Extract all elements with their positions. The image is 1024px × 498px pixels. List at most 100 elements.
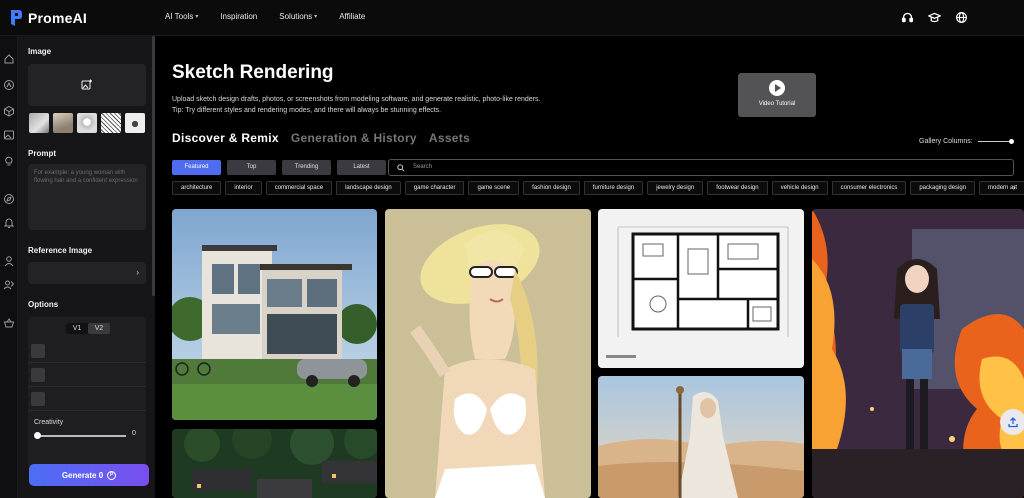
globe-icon[interactable] [955, 11, 968, 24]
top-navigation-bar: PromeAI AI Tools ▾ Inspiration Solutions ▾… [0, 0, 1024, 36]
category-chip[interactable]: game scene [468, 181, 520, 195]
graduation-cap-icon[interactable] [928, 11, 941, 24]
category-chip[interactable]: interior [225, 181, 262, 195]
credit-coin-icon: P [107, 470, 117, 480]
nav-ai-tools[interactable]: AI Tools ▾ [165, 12, 198, 21]
category-chip[interactable]: packaging design [910, 181, 976, 195]
bulb-icon[interactable] [3, 154, 15, 166]
option-icon [31, 344, 45, 358]
filter-top[interactable]: Top [227, 160, 276, 175]
reference-image-selector[interactable]: › [28, 262, 146, 284]
play-icon [769, 80, 785, 96]
sample-thumbnail[interactable] [125, 113, 145, 133]
page-description: Upload sketch design drafts, photos, or … [172, 94, 540, 116]
gallery-columns-control: Gallery Columns: [919, 138, 1014, 145]
filter-latest[interactable]: Latest [337, 160, 386, 175]
icon-rail [0, 36, 18, 498]
category-chip[interactable]: jewelry design [647, 181, 704, 195]
options-box: V1 V2 Creativity 0 [28, 317, 146, 469]
creativity-slider[interactable] [34, 432, 126, 439]
tab-assets[interactable]: Assets [429, 131, 470, 145]
gallery-image-modern-house[interactable] [172, 209, 377, 420]
share-icon [1008, 417, 1018, 428]
gallery-tabs: Discover & Remix Generation & History As… [172, 131, 470, 145]
option-icon [31, 392, 45, 406]
video-tutorial-card[interactable]: Video Tutorial [738, 73, 816, 117]
category-chip[interactable]: fashion design [523, 181, 580, 195]
gallery-image-fire-girl[interactable] [812, 209, 1024, 498]
category-chip[interactable]: consumer electronics [831, 181, 907, 195]
main-nav: AI Tools ▾ Inspiration Solutions ▾ Affilia… [165, 12, 387, 21]
nav-solutions[interactable]: Solutions ▾ [279, 12, 317, 21]
left-panel: Image Prompt For example: a young woman … [18, 36, 155, 498]
headset-icon[interactable] [901, 11, 914, 24]
add-image-icon [81, 79, 92, 90]
sample-thumbnail[interactable] [101, 113, 121, 133]
version-v2[interactable]: V2 [88, 323, 110, 334]
options-section-label: Options [28, 300, 59, 309]
category-chips: architecture interior commercial space l… [172, 181, 1024, 195]
promeai-logo-icon [11, 10, 22, 26]
gallery-image-sketch-woman-hat[interactable] [385, 209, 591, 498]
user-icon[interactable] [3, 254, 15, 267]
option-row[interactable] [28, 339, 146, 363]
category-chip[interactable]: architecture [172, 181, 222, 195]
cube-icon[interactable] [3, 104, 15, 117]
search-input[interactable]: Search [388, 159, 1014, 176]
basket-icon[interactable] [3, 316, 15, 328]
category-chip[interactable]: footwear design [707, 181, 768, 195]
sample-thumbnail[interactable] [53, 113, 73, 133]
bell-icon[interactable] [3, 216, 15, 228]
sample-thumbnail[interactable] [77, 113, 97, 133]
ai-icon[interactable] [3, 78, 15, 90]
app-name: PromeAI [28, 10, 87, 26]
category-chip[interactable]: vehicle design [771, 181, 828, 195]
generate-button[interactable]: Generate 0 P [29, 464, 149, 486]
version-toggle[interactable]: V1 V2 [66, 323, 110, 334]
option-row[interactable] [28, 387, 146, 411]
prompt-section-label: Prompt [28, 149, 56, 158]
main-content: Sketch Rendering Upload sketch design dr… [155, 36, 1024, 498]
share-button[interactable] [1000, 409, 1024, 435]
chevron-down-icon: ▾ [195, 14, 199, 20]
category-chip[interactable]: game character [404, 181, 465, 195]
option-icon [31, 368, 45, 382]
image-section-label: Image [28, 47, 52, 56]
filter-featured[interactable]: Featured [172, 160, 221, 175]
category-chip[interactable]: modern art [979, 181, 1024, 195]
filter-trending[interactable]: Trending [282, 160, 331, 175]
chevron-right-icon[interactable]: › [1013, 183, 1016, 192]
tab-discover-remix[interactable]: Discover & Remix [172, 131, 279, 145]
gallery-columns-slider[interactable] [977, 139, 1014, 144]
search-icon [397, 164, 405, 172]
creativity-label: Creativity [34, 419, 64, 426]
nav-inspiration[interactable]: Inspiration [220, 12, 257, 21]
gallery-image-floor-plan[interactable] [598, 209, 804, 368]
image-edit-icon[interactable] [3, 128, 15, 140]
nav-inspiration-label: Inspiration [220, 12, 258, 21]
version-v1[interactable]: V1 [66, 323, 88, 334]
sample-thumbnail[interactable] [29, 113, 49, 133]
tab-generation-history[interactable]: Generation & History [291, 131, 417, 145]
nav-affiliate[interactable]: Affiliate [339, 12, 365, 21]
gallery-image-aerial-cabins[interactable] [172, 429, 377, 498]
brand-logo[interactable]: PromeAI [9, 9, 87, 27]
home-icon[interactable] [3, 52, 15, 64]
option-row[interactable] [28, 363, 146, 387]
sample-thumbnails [29, 113, 145, 133]
category-chip[interactable]: commercial space [265, 181, 333, 195]
users-icon[interactable] [3, 278, 15, 290]
chevron-right-icon: › [136, 268, 139, 277]
category-chip[interactable]: furniture design [583, 181, 644, 195]
slider-knob[interactable] [34, 432, 41, 439]
search-placeholder: Search [413, 164, 433, 170]
category-chip[interactable]: landscape design [336, 181, 401, 195]
gallery-columns-label: Gallery Columns: [919, 138, 973, 145]
top-icons [901, 11, 968, 24]
image-upload-area[interactable] [28, 64, 146, 106]
prompt-input[interactable]: For example: a young woman with flowing … [28, 164, 146, 230]
gallery-image-desert-wanderer[interactable] [598, 376, 804, 498]
chevron-down-icon: ▾ [314, 14, 318, 20]
description-line: Upload sketch design drafts, photos, or … [172, 96, 541, 103]
compass-icon[interactable] [3, 192, 15, 204]
